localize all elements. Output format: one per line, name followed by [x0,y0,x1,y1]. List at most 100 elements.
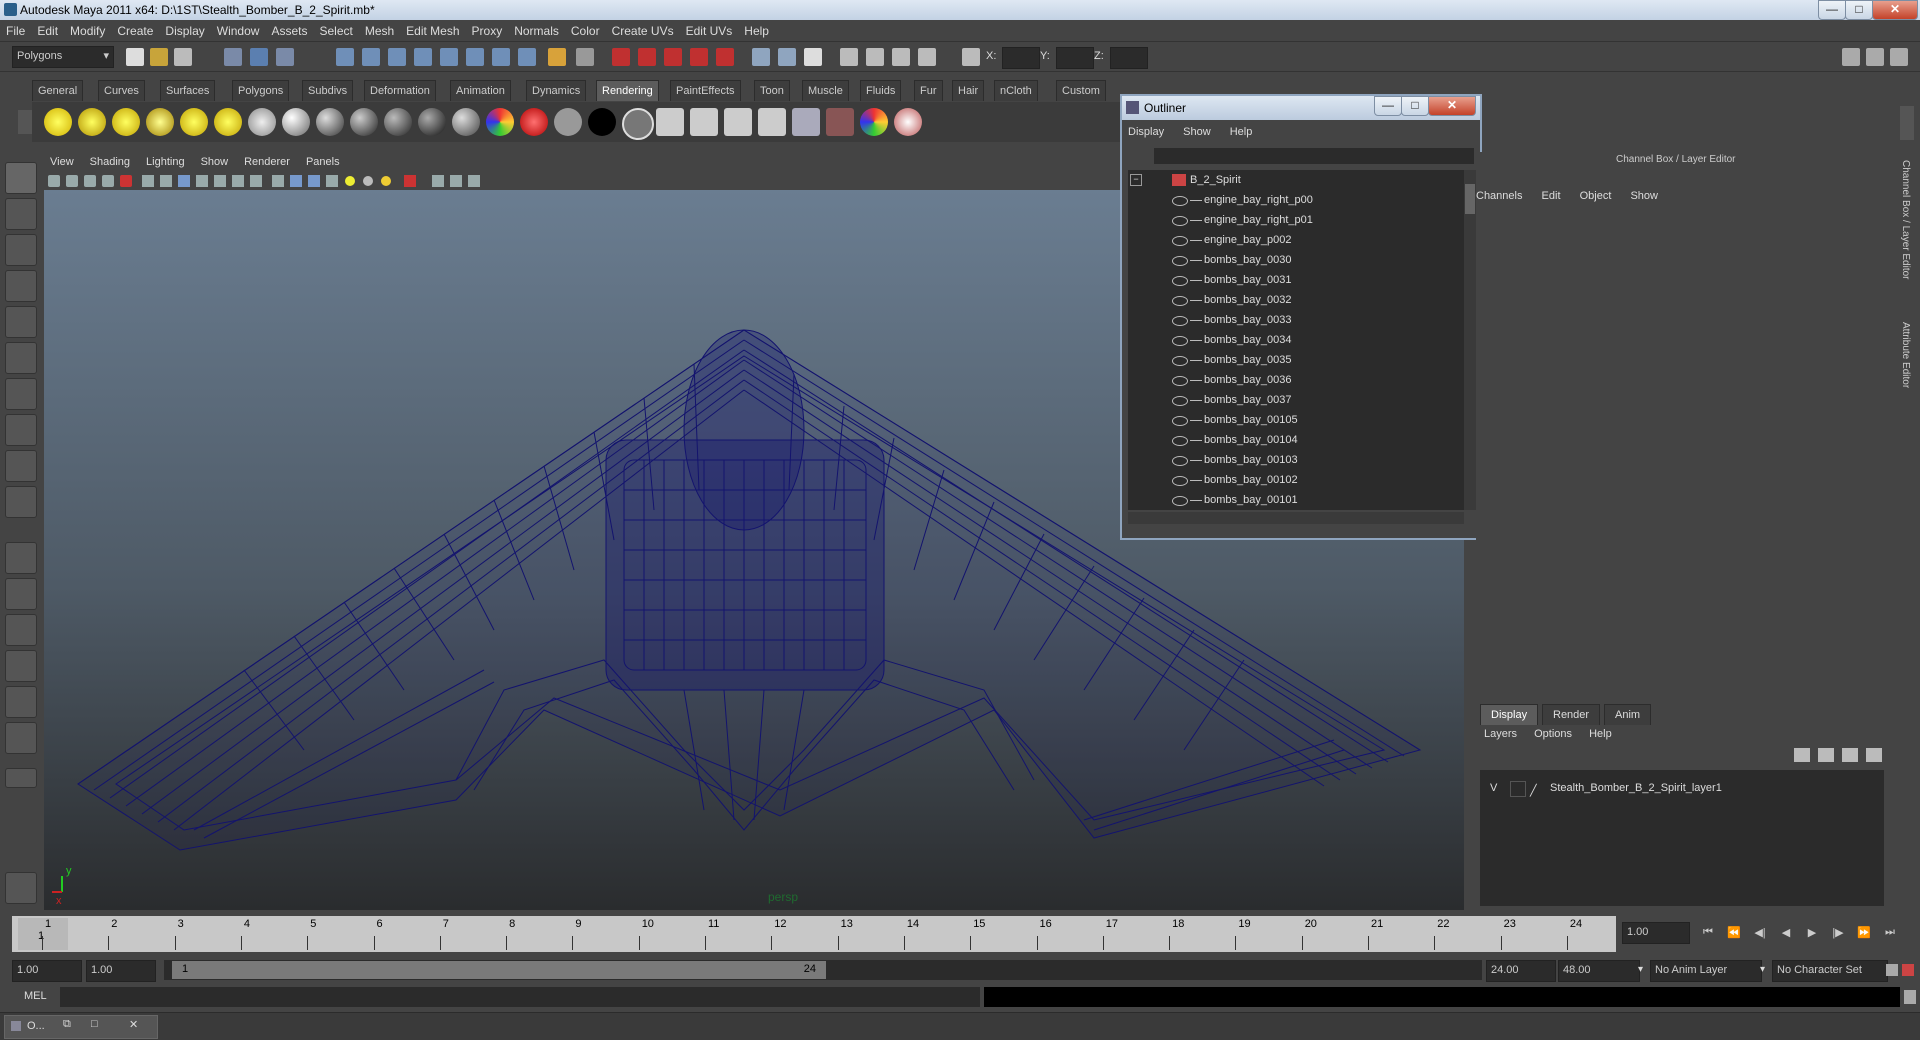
volume-light-icon[interactable] [214,108,242,136]
layers-menu[interactable]: Layers [1484,728,1517,740]
current-frame-marker[interactable]: 1 [18,918,68,950]
menu-color[interactable]: Color [565,20,606,42]
menu-window[interactable]: Window [211,20,266,42]
menu-file[interactable]: File [0,20,31,42]
maximize-button[interactable]: □ [1845,0,1873,20]
layer-move-up-icon[interactable] [1842,748,1858,762]
transform-field-icon[interactable] [962,48,980,66]
shading-menu[interactable]: Shading [82,152,138,172]
start-time-field[interactable]: 1.00 [12,960,82,982]
shelf-tab-custom[interactable]: Custom [1056,80,1106,101]
shelf-tab-animation[interactable]: Animation [450,80,511,101]
anim-layer-select[interactable]: No Anim Layer [1650,960,1762,982]
outliner-menu-show[interactable]: Show [1183,126,1211,138]
channels-menu[interactable]: Channels [1476,190,1522,202]
attribute-editor-side-tab[interactable]: Attribute Editor [1900,322,1911,388]
graph-layout-icon[interactable] [5,722,37,754]
viewport-toolbar-icons[interactable] [42,172,642,190]
render-settings-icon[interactable] [664,48,682,66]
layer-row[interactable]: V ╱ Stealth_Bomber_B_2_Spirit_layer1 [1480,778,1884,798]
menu-display[interactable]: Display [159,20,210,42]
minimize-button[interactable]: — [1818,0,1846,20]
shading-sphere-4-icon[interactable] [384,108,412,136]
four-pane-layout-icon[interactable] [5,578,37,610]
layer-visibility-toggle[interactable]: V [1490,778,1497,798]
render-sequence-icon[interactable] [724,108,752,136]
layout-menu-icon[interactable] [5,768,37,788]
mel-input[interactable] [60,987,980,1007]
minimized-outliner[interactable]: O... ⧉ □ ✕ [4,1015,158,1039]
rotate-tool-icon[interactable] [5,306,37,338]
render-current-icon[interactable] [612,48,630,66]
menu-edit[interactable]: Edit [31,20,64,42]
layer-toggle-icon[interactable] [866,48,884,66]
single-pane-layout-icon[interactable] [5,542,37,574]
shelf-tab-ncloth[interactable]: nCloth [994,80,1038,101]
texture-icon[interactable] [792,108,820,136]
outliner-horizontal-scrollbar[interactable] [1128,512,1464,524]
shelf-tab-fur[interactable]: Fur [914,80,943,101]
select-object-icon[interactable] [250,48,268,66]
go-to-end-icon[interactable]: ⏭ [1882,926,1898,940]
menu-edit-mesh[interactable]: Edit Mesh [400,20,465,42]
channel-object-menu[interactable]: Object [1580,190,1612,202]
shelf-tab-rendering[interactable]: Rendering [596,80,659,101]
paint-select-tool-icon[interactable] [5,234,37,266]
collapse-toggle-icon[interactable]: − [1130,174,1142,186]
step-back-key-icon[interactable]: ⏪ [1726,926,1742,940]
point-light-icon[interactable] [112,108,140,136]
play-backwards-icon[interactable]: ◀ [1778,926,1794,940]
menu-select[interactable]: Select [313,20,358,42]
area-light-icon[interactable] [180,108,208,136]
preferences-icon[interactable] [1902,964,1914,976]
select-tool-icon[interactable] [5,162,37,194]
save-scene-icon[interactable] [174,48,192,66]
outliner-menu-display[interactable]: Display [1128,126,1164,138]
menu-edit-uvs[interactable]: Edit UVs [680,20,739,42]
outline-sphere-icon[interactable] [622,108,654,140]
new-scene-icon[interactable] [126,48,144,66]
z-field[interactable] [1110,47,1148,69]
shading-sphere-3-icon[interactable] [350,108,378,136]
persp-graph-layout-icon[interactable] [5,650,37,682]
snap-live-icon[interactable] [440,48,458,66]
outliner-toggle-icon[interactable] [892,48,910,66]
layer-tab-anim[interactable]: Anim [1604,704,1652,725]
character-set-select[interactable]: No Character Set [1772,960,1888,982]
paint-brush-icon[interactable] [894,108,922,136]
manipulator-tool-icon[interactable] [5,378,37,410]
grey-sphere-icon[interactable] [554,108,582,136]
panel-layout-icon[interactable] [1866,48,1884,66]
ramp-shader-icon[interactable] [486,108,514,136]
lighting-menu[interactable]: Lighting [138,152,193,172]
menu-proxy[interactable]: Proxy [466,20,509,42]
snap-grid-icon[interactable] [336,48,354,66]
view-menu[interactable]: View [42,152,82,172]
y-field[interactable] [1056,47,1094,69]
attribute-editor-toggle-icon[interactable] [778,48,796,66]
select-component-icon[interactable] [276,48,294,66]
outliner-close-button[interactable]: ✕ [1428,96,1476,116]
camera-icon[interactable] [248,108,276,136]
step-forward-key-icon[interactable]: ⏩ [1856,926,1872,940]
scroll-thumb[interactable] [1465,184,1475,214]
move-tool-icon[interactable] [5,270,37,302]
soft-mod-tool-icon[interactable] [5,414,37,446]
menu-mesh[interactable]: Mesh [359,20,400,42]
chevron-down-icon[interactable]: ▾ [1638,964,1643,975]
close-button[interactable]: ✕ [1872,0,1918,20]
chevron-down-icon[interactable]: ▾ [1760,964,1765,975]
outliner-maximize-button[interactable]: □ [1401,96,1429,116]
show-manipulator-icon[interactable] [5,450,37,482]
menu-create-uvs[interactable]: Create UVs [606,20,680,42]
outliner-filter-input[interactable] [1154,148,1474,164]
tool-settings-toggle-icon[interactable] [804,48,822,66]
layer-move-down-icon[interactable] [1866,748,1882,762]
menu-normals[interactable]: Normals [508,20,565,42]
shelf-tab-dynamics[interactable]: Dynamics [526,80,587,101]
step-back-frame-icon[interactable]: ◀| [1752,926,1768,940]
layer-help-menu[interactable]: Help [1589,728,1612,740]
shading-sphere-6-icon[interactable] [452,108,480,136]
current-time-field[interactable]: 1.00 [1622,922,1690,944]
render-view-icon[interactable] [716,48,734,66]
